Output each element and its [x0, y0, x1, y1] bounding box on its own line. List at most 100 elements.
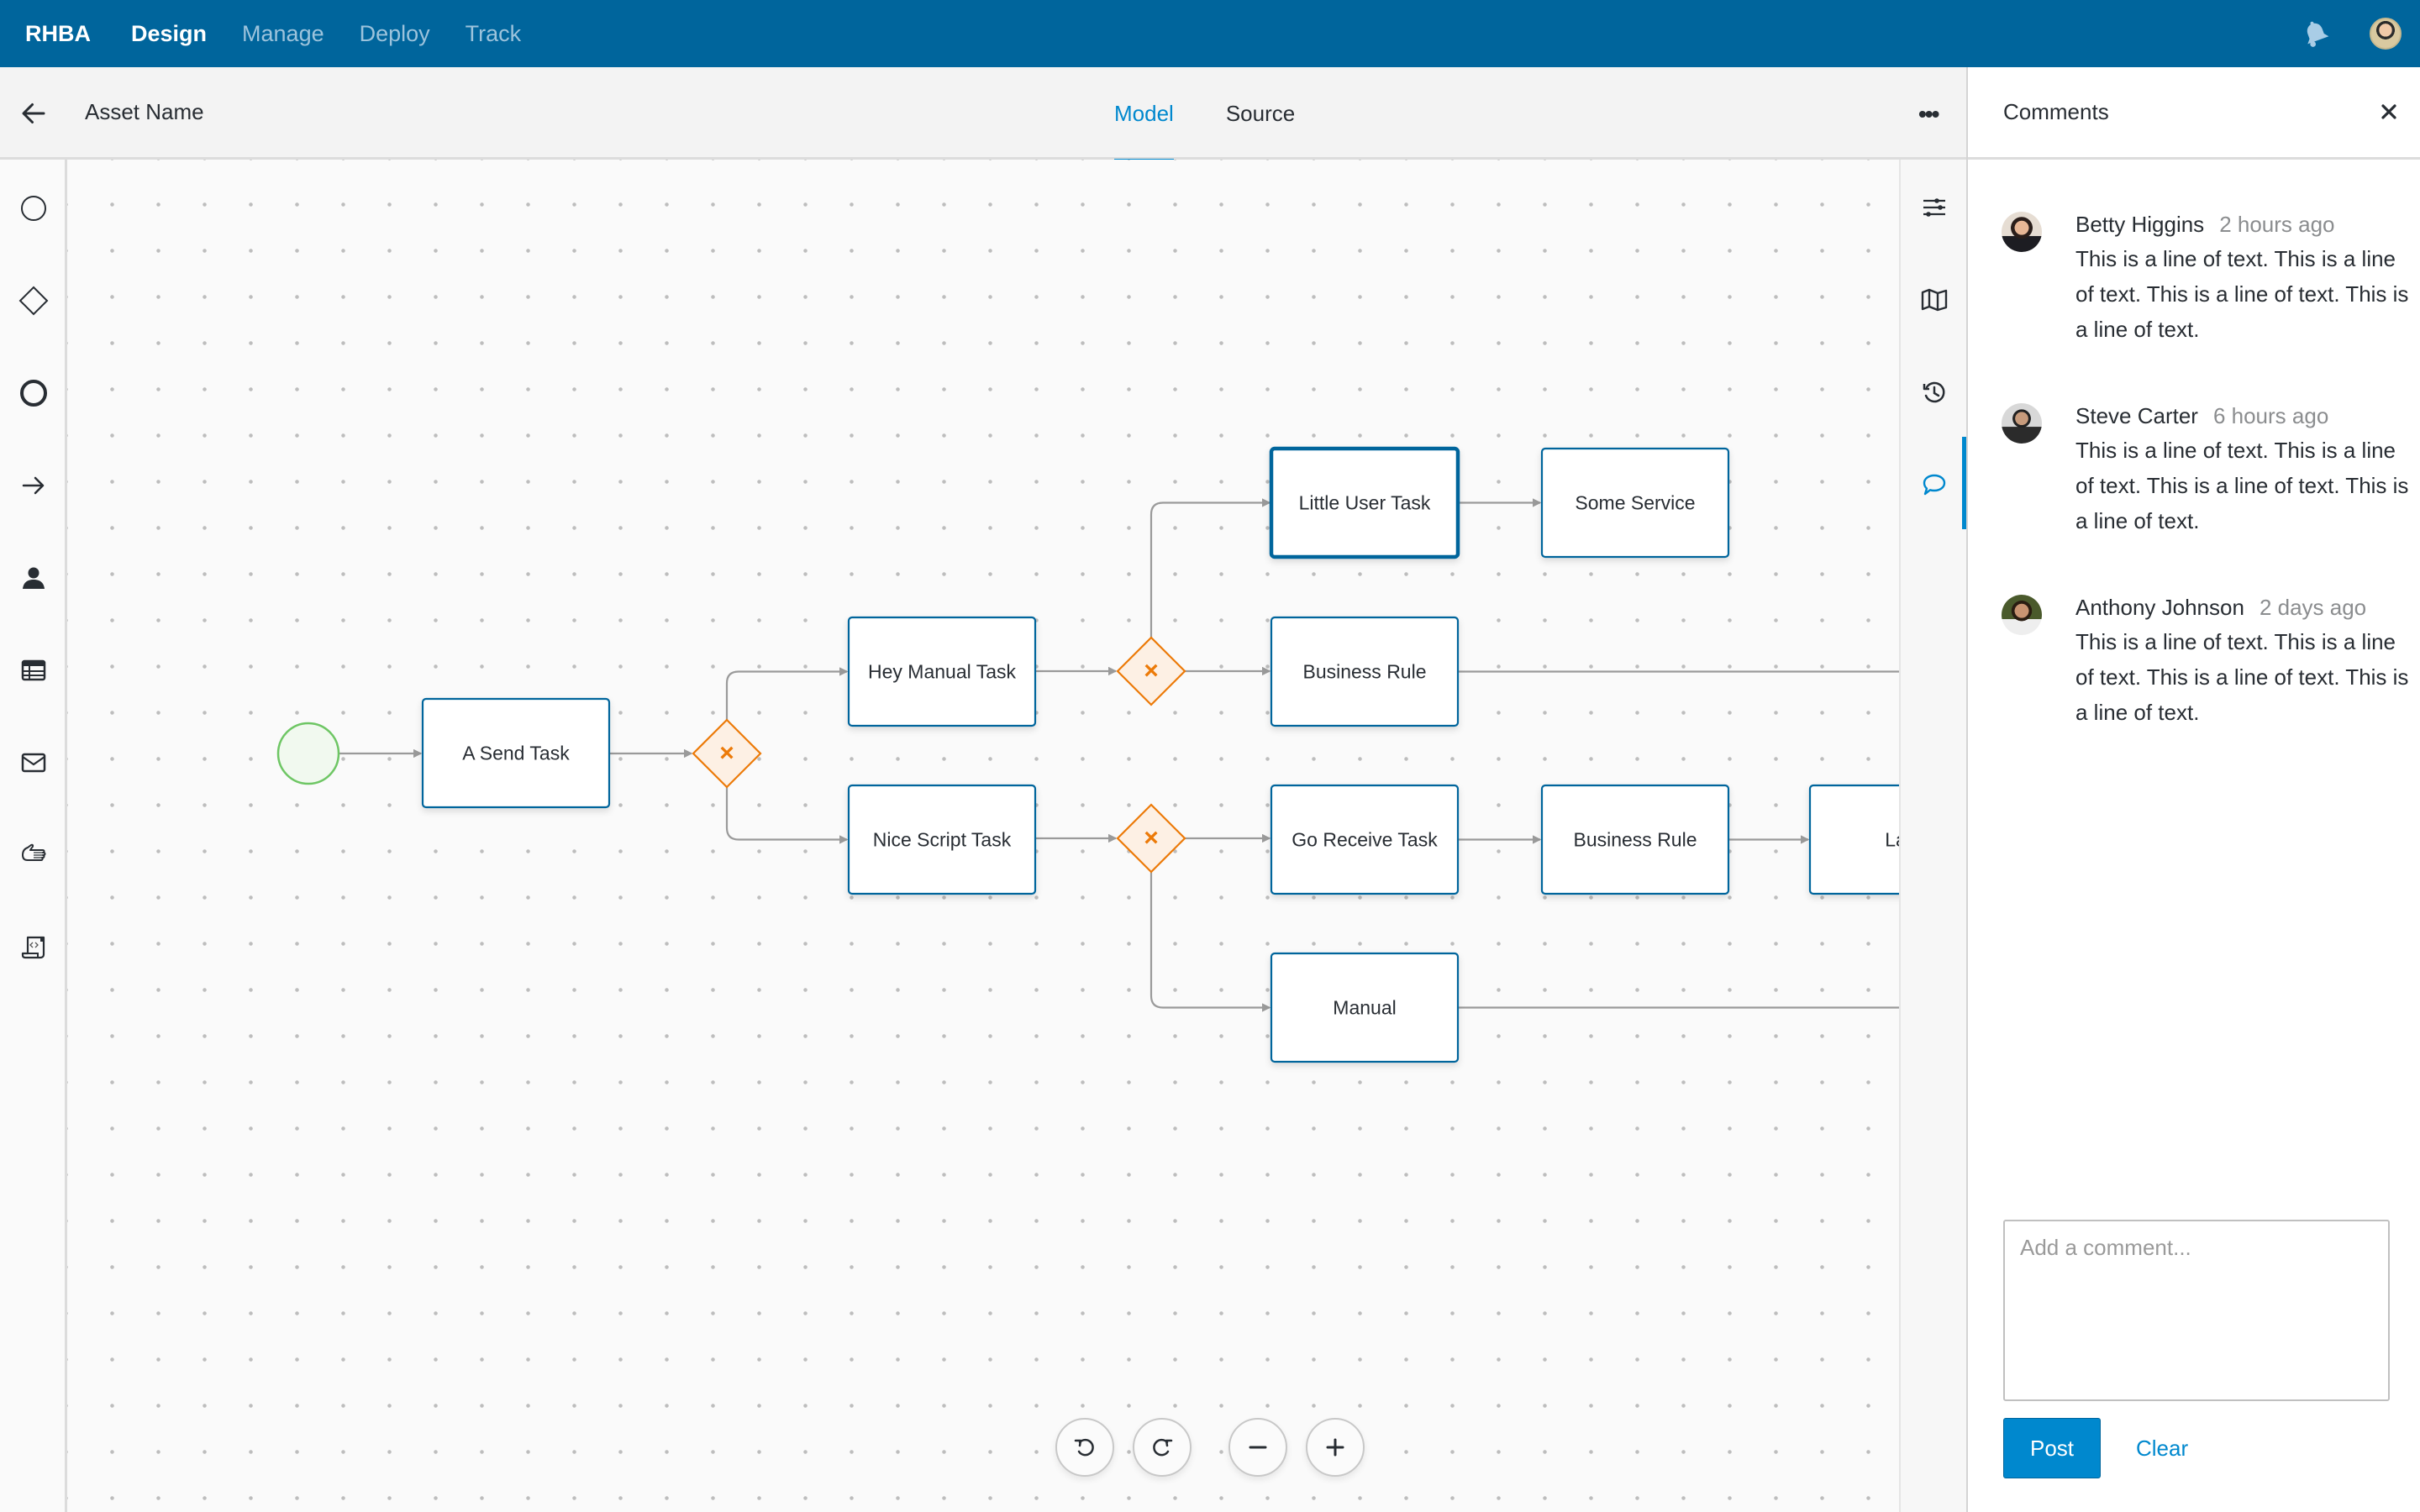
comment-timestamp: 2 hours ago	[2219, 212, 2335, 237]
diamond-icon	[18, 286, 49, 316]
plus-icon	[1326, 1438, 1344, 1457]
history-icon	[1923, 381, 1945, 403]
exclusive-gateway[interactable]: ×	[692, 718, 762, 789]
avatar	[2002, 212, 2042, 252]
circle-thick-icon	[20, 380, 47, 407]
side-panel-toolbar	[1899, 160, 1966, 1512]
task-manual[interactable]: Manual	[1270, 952, 1460, 1063]
diagram-canvas[interactable]: A Send Task Hey Manual Task Nice Script Ta…	[67, 160, 1899, 1512]
task-label: Last	[1885, 829, 1899, 851]
palette-start-event[interactable]	[17, 192, 50, 225]
comment-text: This is a line of text. This is a line o…	[2075, 629, 2409, 725]
task-nicescript[interactable]: Nice Script Task	[847, 784, 1037, 895]
user-avatar[interactable]	[2370, 18, 2402, 50]
tab-source[interactable]: Source	[1226, 67, 1295, 160]
properties-button[interactable]	[1916, 189, 1953, 226]
redo-icon	[1153, 1438, 1173, 1457]
task-last[interactable]: Last	[1808, 784, 1899, 895]
comment-timestamp: 2 days ago	[2259, 595, 2367, 620]
task-label: Nice Script Task	[873, 829, 1012, 851]
comment-author: Steve Carter	[2075, 403, 2198, 428]
arrow-right-icon	[22, 476, 45, 495]
task-label: Hey Manual Task	[868, 661, 1016, 683]
nav-track[interactable]: Track	[466, 21, 522, 47]
sequence-flow[interactable]	[1150, 503, 1270, 638]
circle-thin-icon	[21, 196, 46, 221]
task-label: Go Receive Task	[1292, 829, 1438, 851]
comment-text: This is a line of text. This is a line o…	[2075, 246, 2409, 342]
comment-icon	[1923, 474, 1946, 496]
avatar	[2002, 403, 2042, 444]
task-label: A Send Task	[462, 743, 570, 764]
palette-end-event[interactable]	[17, 376, 50, 410]
sequence-flow[interactable]	[1150, 872, 1270, 1008]
comments-header: Comments	[1968, 67, 2420, 160]
exclusive-gateway[interactable]: ×	[1116, 636, 1186, 706]
more-options-icon[interactable]: •••	[1918, 101, 1939, 128]
gateway-x-icon: ×	[719, 739, 734, 767]
user-icon	[23, 567, 45, 589]
exclusive-gateway[interactable]: ×	[1116, 803, 1186, 874]
palette-send-task[interactable]	[17, 746, 50, 780]
envelope-icon	[21, 753, 46, 773]
brand-logo[interactable]: RHBA	[25, 21, 91, 47]
tab-model[interactable]: Model	[1114, 67, 1174, 162]
nav-design[interactable]: Design	[131, 21, 207, 47]
palette-user-task[interactable]	[17, 561, 50, 595]
zoom-in-button[interactable]	[1306, 1418, 1365, 1477]
close-icon[interactable]	[2376, 99, 2402, 124]
palette-sequence-flow[interactable]	[17, 469, 50, 502]
palette-manual-task[interactable]	[17, 838, 50, 872]
hand-icon	[22, 843, 46, 861]
task-label: Business Rule	[1573, 829, 1697, 851]
avatar	[2002, 595, 2042, 635]
sequence-flow[interactable]	[725, 787, 847, 840]
undo-icon	[1074, 1438, 1094, 1457]
canvas-controls	[1055, 1418, 1383, 1477]
editor-tabs: Model Source	[1114, 67, 1347, 162]
history-button[interactable]	[1916, 374, 1953, 411]
zoom-out-button[interactable]	[1228, 1418, 1287, 1477]
minus-icon	[1249, 1446, 1267, 1449]
asset-name: Asset Name	[85, 99, 204, 124]
task-someservice[interactable]: Some Service	[1540, 447, 1730, 559]
top-navigation-bar: RHBA Design Manage Deploy Track	[0, 0, 2420, 67]
task-label: Business Rule	[1302, 661, 1426, 683]
palette-business-rule[interactable]	[17, 654, 50, 687]
comment-author: Betty Higgins	[2075, 212, 2205, 237]
start-event[interactable]	[276, 722, 340, 785]
task-send[interactable]: A Send Task	[421, 697, 611, 809]
sequence-flow[interactable]	[725, 672, 847, 721]
comments-button[interactable]	[1916, 466, 1953, 503]
comments-panel: Comments Betty Higgins 2 hours ago This i…	[1966, 67, 2420, 1512]
comment-timestamp: 6 hours ago	[2212, 403, 2329, 428]
diagram-nodes: A Send Task Hey Manual Task Nice Script Ta…	[276, 446, 1899, 1063]
task-businessrule1[interactable]: Business Rule	[1270, 616, 1460, 727]
overview-map-button[interactable]	[1916, 281, 1953, 318]
gateway-x-icon: ×	[1144, 657, 1159, 685]
top-right-actions	[2299, 0, 2402, 67]
sliders-icon	[1923, 198, 1945, 217]
task-goreceive[interactable]: Go Receive Task	[1270, 784, 1460, 895]
post-button[interactable]: Post	[2003, 1418, 2101, 1478]
nav-deploy[interactable]: Deploy	[360, 21, 430, 47]
bpmn-diagram: A Send Task Hey Manual Task Nice Script Ta…	[276, 446, 1899, 1063]
task-label: Little User Task	[1299, 492, 1431, 514]
comments-title: Comments	[2003, 99, 2109, 124]
nav-manage[interactable]: Manage	[242, 21, 324, 47]
comment-author: Anthony Johnson	[2075, 595, 2244, 620]
task-littleuser[interactable]: Little User Task	[1269, 446, 1460, 559]
task-label: Some Service	[1575, 492, 1695, 514]
redo-button[interactable]	[1133, 1418, 1192, 1477]
bell-icon[interactable]	[2299, 17, 2333, 50]
arrow-left-icon[interactable]	[18, 95, 49, 132]
task-heymanual[interactable]: Hey Manual Task	[847, 616, 1037, 727]
comment-input[interactable]	[2003, 1220, 2390, 1401]
palette-script-task[interactable]	[17, 931, 50, 964]
undo-button[interactable]	[1055, 1418, 1114, 1477]
palette-gateway[interactable]	[17, 284, 50, 318]
comment-text: This is a line of text. This is a line o…	[2075, 438, 2409, 533]
task-businessrule2[interactable]: Business Rule	[1540, 784, 1730, 895]
palette-toolbar	[0, 160, 67, 1512]
clear-button[interactable]: Clear	[2124, 1418, 2200, 1478]
